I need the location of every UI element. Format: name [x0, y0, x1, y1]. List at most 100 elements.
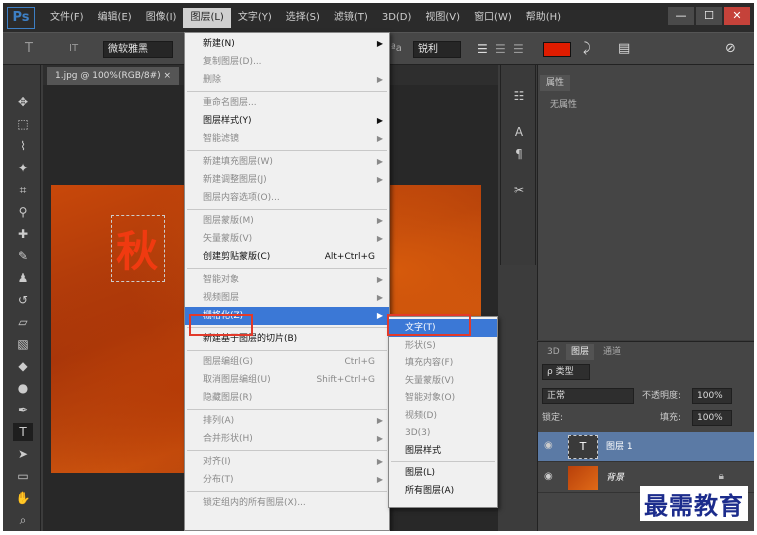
- menu-item-label: 图层编组(G): [203, 357, 253, 367]
- layer-menu-item: 矢量蒙版(V) ▶: [185, 230, 389, 248]
- rasterize-menu-item[interactable]: 图层样式: [389, 442, 497, 460]
- menu-item-label: 图层内容选项(O)...: [203, 193, 280, 203]
- layer-row-text[interactable]: ◉ T 图层 1: [538, 432, 754, 462]
- rasterize-menu-item[interactable]: 所有图层(A): [389, 482, 497, 500]
- rasterize-menu-item[interactable]: 图层(L): [389, 464, 497, 482]
- cancel-icon[interactable]: ⊘: [725, 40, 736, 58]
- menu-8[interactable]: 视图(V): [418, 8, 467, 28]
- align-right-icon[interactable]: ☰: [513, 40, 524, 58]
- menu-separator: [187, 268, 387, 269]
- submenu-arrow-icon: ▶: [376, 475, 383, 484]
- blur-tool-icon[interactable]: ◆: [13, 357, 33, 375]
- healing-tool-icon[interactable]: ✚: [13, 225, 33, 243]
- watermark-logo: 最需教育: [640, 486, 748, 521]
- layer-menu-dropdown: 新建(N) ▶ 复制图层(D)... 删除 ▶ 重命名图层... 图层样式(Y) ▶ 智能滤镜 ▶…: [184, 32, 390, 531]
- layer-menu-item: 复制图层(D)...: [185, 53, 389, 71]
- panel-icons-column: ☷ A ¶ ✂: [500, 65, 536, 265]
- menu-2[interactable]: 图像(I): [139, 8, 184, 28]
- properties-tab[interactable]: 属性: [540, 75, 571, 91]
- fill-field[interactable]: 100%: [692, 410, 732, 426]
- align-center-icon[interactable]: ☰: [495, 40, 506, 58]
- submenu-arrow-icon: ▶: [376, 234, 383, 243]
- menu-6[interactable]: 滤镜(T): [327, 8, 375, 28]
- pen-tool-icon[interactable]: ✒: [13, 401, 33, 419]
- type-tool-icon[interactable]: T: [13, 423, 33, 441]
- gradient-tool-icon[interactable]: ▧: [13, 335, 33, 353]
- type-tool-preset-icon[interactable]: T: [25, 40, 33, 58]
- highlight-box-text: [387, 314, 471, 336]
- menu-separator: [187, 150, 387, 151]
- text-layer-preview[interactable]: 秋: [111, 215, 166, 282]
- minimize-button[interactable]: —: [668, 7, 694, 25]
- close-button[interactable]: ✕: [724, 7, 750, 25]
- text-color-swatch[interactable]: [543, 42, 571, 57]
- hand-tool-icon[interactable]: ✋: [13, 489, 33, 507]
- dodge-tool-icon[interactable]: ●: [13, 379, 33, 397]
- menu-10[interactable]: 帮助(H): [519, 8, 568, 28]
- crop-tool-icon[interactable]: ⌗: [13, 181, 33, 199]
- shape-tool-icon[interactable]: ▭: [13, 467, 33, 485]
- character-panel-icon[interactable]: ▤: [618, 40, 630, 58]
- tab-channels[interactable]: 通道: [598, 344, 626, 360]
- restore-button[interactable]: ☐: [696, 7, 722, 25]
- text-orientation-icon[interactable]: IT: [69, 40, 78, 58]
- menu-5[interactable]: 选择(S): [279, 8, 327, 28]
- lock-label: 锁定:: [542, 413, 564, 423]
- layer-menu-item[interactable]: 新建(N) ▶: [185, 35, 389, 53]
- menu-item-label: 矢量蒙版(V): [203, 234, 253, 244]
- layer-menu-item[interactable]: 图层样式(Y) ▶: [185, 112, 389, 130]
- antialias-icon: ªa: [391, 43, 402, 54]
- highlight-box-rasterize: [189, 314, 253, 336]
- antialias-select[interactable]: 锐利: [413, 41, 461, 58]
- magic-wand-tool-icon[interactable]: ✦: [13, 159, 33, 177]
- menu-3[interactable]: 图层(L): [183, 7, 231, 28]
- menu-separator: [187, 450, 387, 451]
- menu-0[interactable]: 文件(F): [43, 8, 91, 28]
- path-selection-tool-icon[interactable]: ➤: [13, 445, 33, 463]
- submenu-arrow-icon: ▶: [376, 134, 383, 143]
- menu-item-shortcut: Ctrl+G: [344, 357, 375, 367]
- zoom-tool-icon[interactable]: ⌕: [13, 511, 33, 529]
- brush-tool-icon[interactable]: ✎: [13, 247, 33, 265]
- lasso-tool-icon[interactable]: ⌇: [13, 137, 33, 155]
- menu-item-label: 新建填充图层(W): [203, 157, 273, 167]
- eraser-tool-icon[interactable]: ▱: [13, 313, 33, 331]
- submenu-arrow-icon: ▶: [376, 434, 383, 443]
- stamp-tool-icon[interactable]: ♟: [13, 269, 33, 287]
- opacity-field[interactable]: 100%: [692, 388, 732, 404]
- menu-item-label: 合并形状(H): [203, 434, 253, 444]
- character-panel-icon[interactable]: A: [509, 123, 529, 141]
- visibility-eye-icon[interactable]: ◉: [544, 471, 553, 482]
- submenu-arrow-icon: ▶: [376, 175, 383, 184]
- menu-separator: [187, 491, 387, 492]
- document-tab[interactable]: 1.jpg @ 100%(RGB/8#) ×: [47, 67, 180, 85]
- move-tool-icon[interactable]: ✥: [13, 93, 33, 111]
- rasterize-menu-item: 智能对象(O): [405, 393, 456, 403]
- rasterize-menu-item: 3D(3): [405, 428, 431, 438]
- menu-9[interactable]: 窗口(W): [467, 8, 519, 28]
- tools-preset-icon[interactable]: ✂: [509, 181, 529, 199]
- tab-3d[interactable]: 3D: [542, 344, 565, 360]
- menu-4[interactable]: 文字(Y): [231, 8, 279, 28]
- align-left-icon[interactable]: ☰: [477, 40, 488, 58]
- blend-mode-select[interactable]: 正常: [542, 388, 634, 404]
- marquee-tool-icon[interactable]: ⬚: [13, 115, 33, 133]
- history-brush-tool-icon[interactable]: ↺: [13, 291, 33, 309]
- menu-item-label: 删除: [203, 75, 222, 85]
- layer-filter-select[interactable]: ρ 类型: [542, 364, 590, 380]
- paragraph-panel-icon[interactable]: ¶: [509, 145, 529, 163]
- menu-7[interactable]: 3D(D): [375, 8, 419, 28]
- menu-1[interactable]: 编辑(E): [91, 8, 139, 28]
- opacity-label: 不透明度:: [642, 391, 682, 401]
- menu-item-label: 创建剪贴蒙版(C): [203, 252, 271, 262]
- tab-layers[interactable]: 图层: [566, 344, 595, 360]
- layer-menu-item[interactable]: 创建剪贴蒙版(C) Alt+Ctrl+G: [185, 248, 389, 266]
- visibility-eye-icon[interactable]: ◉: [544, 440, 553, 451]
- warp-text-icon[interactable]: ⤸: [583, 40, 591, 58]
- eyedropper-tool-icon[interactable]: ⚲: [13, 203, 33, 221]
- font-family-select[interactable]: 微软雅黑: [103, 41, 173, 58]
- submenu-arrow-icon: ▶: [376, 293, 383, 302]
- history-panel-icon[interactable]: ☷: [509, 87, 529, 105]
- rasterize-menu-item: 填充内容(F): [405, 358, 454, 368]
- submenu-arrow-icon: ▶: [376, 275, 383, 284]
